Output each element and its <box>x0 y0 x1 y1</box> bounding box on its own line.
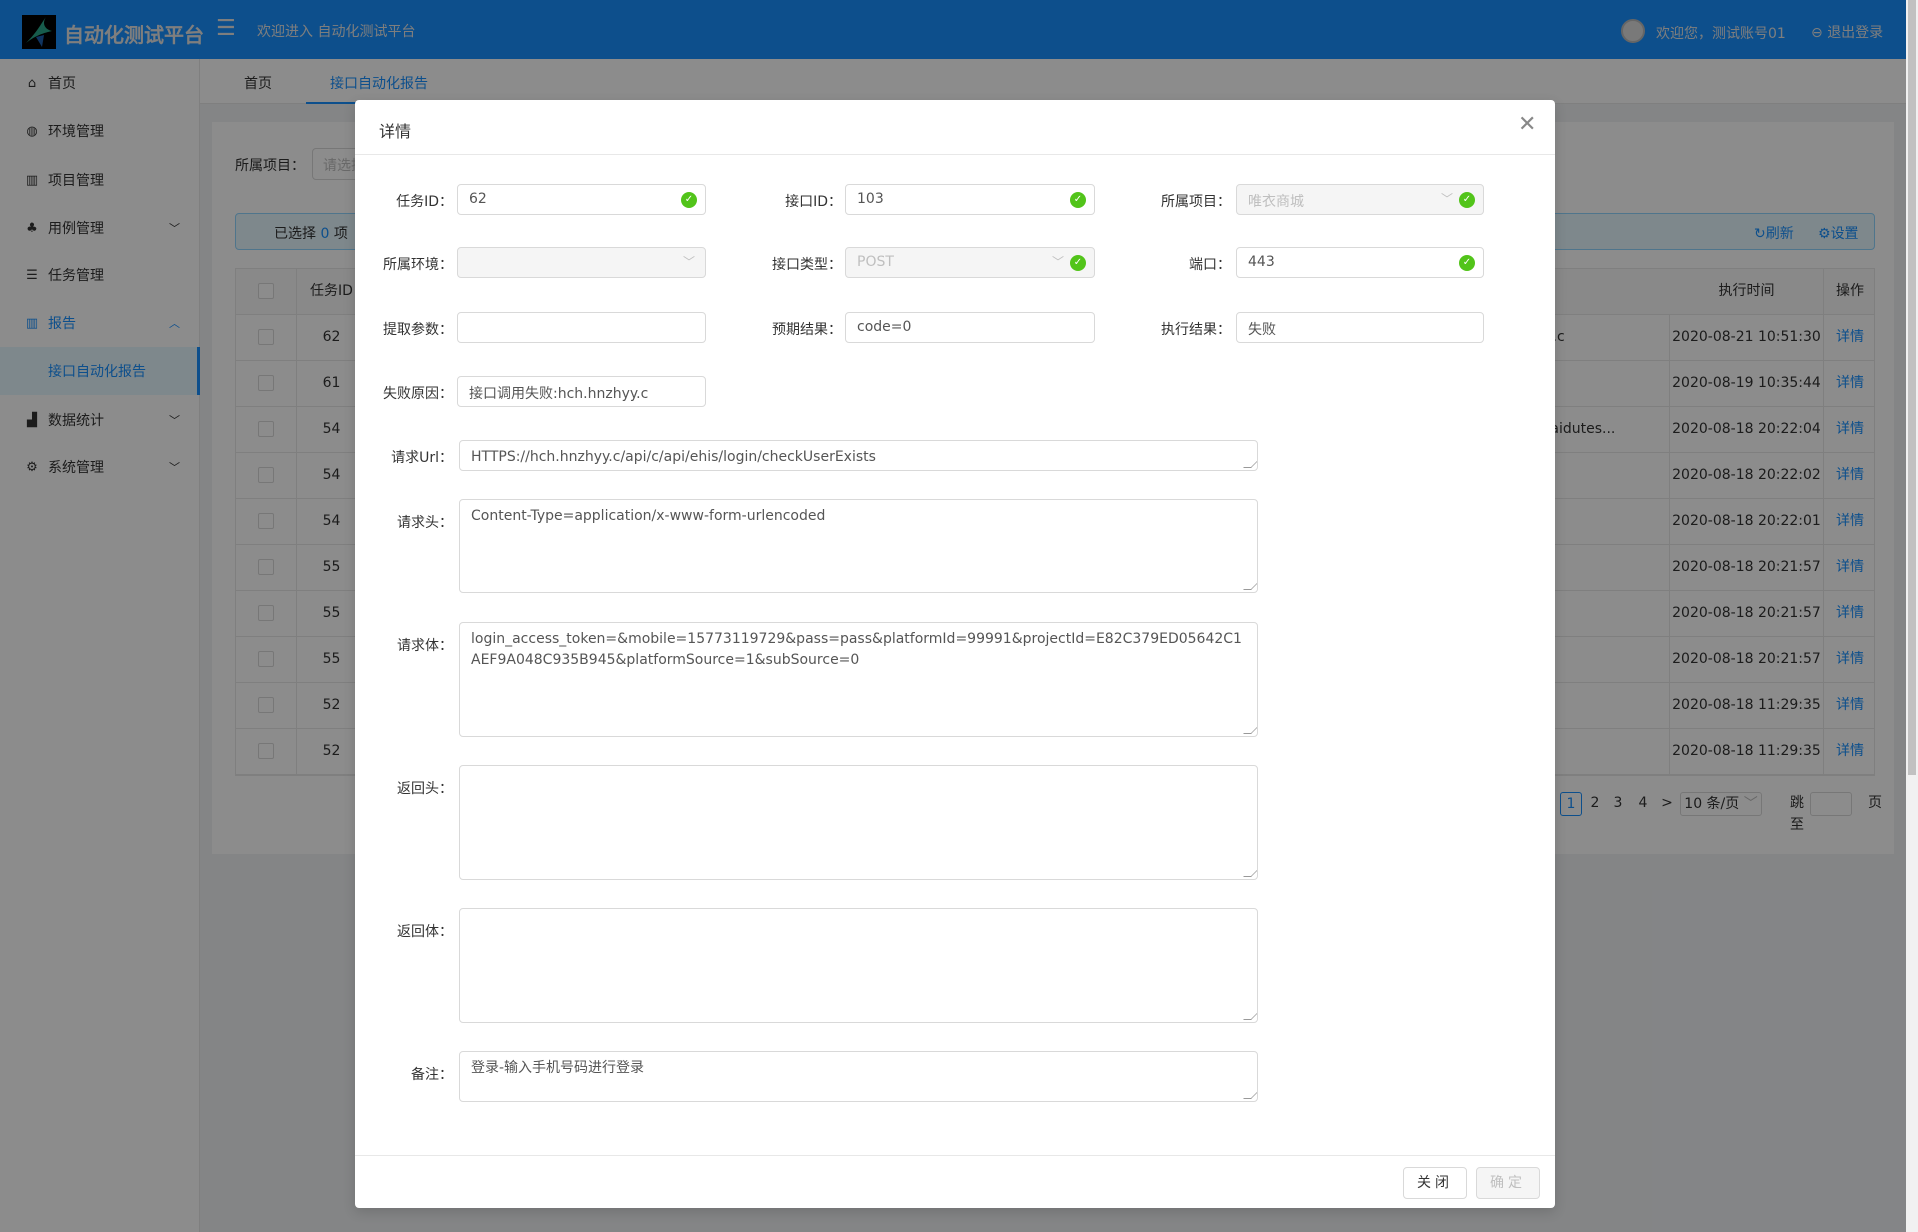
api-id-input[interactable]: 103 ✓ <box>845 184 1095 215</box>
close-icon[interactable]: ✕ <box>1518 112 1536 137</box>
check-circle-icon: ✓ <box>1459 255 1475 271</box>
check-circle-icon: ✓ <box>1070 255 1086 271</box>
check-circle-icon: ✓ <box>1459 192 1475 208</box>
result-input[interactable]: 失败 <box>1236 312 1484 343</box>
close-button[interactable]: 关闭 <box>1403 1167 1467 1199</box>
chevron-down-icon: ﹀ <box>682 255 695 269</box>
dialog-header: 详情 ✕ <box>355 100 1555 155</box>
task-id-label: 任务ID： <box>396 194 453 210</box>
expected-label: 预期结果： <box>772 322 842 338</box>
detail-dialog: 详情 ✕ 任务ID： 62 ✓ 接口ID： 103 ✓ 所属项目： 唯衣商城 ﹀ ✓ 所… <box>355 100 1555 1208</box>
chevron-down-icon: ﹀ <box>1440 192 1453 206</box>
api-type-label: 接口类型： <box>772 257 842 273</box>
expected-input[interactable]: code=0 <box>845 312 1095 343</box>
resp-header-label: 返回头： <box>397 781 453 797</box>
env-label: 所属环境： <box>383 257 453 273</box>
remark-label: 备注： <box>411 1067 453 1083</box>
api-type-select[interactable]: POST ﹀ ✓ <box>845 247 1095 278</box>
confirm-button[interactable]: 确定 <box>1476 1167 1540 1199</box>
result-label: 执行结果： <box>1161 322 1231 338</box>
api-id-label: 接口ID： <box>785 194 842 210</box>
url-label: 请求Url： <box>391 450 453 466</box>
extract-label: 提取参数： <box>383 322 453 338</box>
url-textarea[interactable]: HTTPS://hch.hnzhyy.c/api/c/api/ehis/logi… <box>459 440 1258 471</box>
req-header-textarea[interactable]: Content-Type=application/x-www-form-urle… <box>459 499 1258 593</box>
fail-reason-input[interactable]: 接口调用失败:hch.hnzhyy.c <box>457 376 706 407</box>
dialog-footer: 关闭 确定 <box>355 1155 1555 1208</box>
chevron-down-icon: ﹀ <box>1051 255 1064 269</box>
port-label: 端口： <box>1189 257 1231 273</box>
extract-input[interactable] <box>457 312 706 343</box>
resp-body-label: 返回体： <box>397 924 453 940</box>
req-body-textarea[interactable]: login_access_token=&mobile=15773119729&p… <box>459 622 1258 737</box>
task-id-input[interactable]: 62 ✓ <box>457 184 706 215</box>
scrollbar-thumb[interactable] <box>1908 0 1916 775</box>
resp-header-textarea[interactable] <box>459 765 1258 880</box>
fail-reason-label: 失败原因： <box>383 386 453 402</box>
env-select[interactable]: ﹀ <box>457 247 706 278</box>
project-select[interactable]: 唯衣商城 ﹀ ✓ <box>1236 184 1484 215</box>
project-label: 所属项目： <box>1161 194 1231 210</box>
req-header-label: 请求头： <box>397 515 453 531</box>
resp-body-textarea[interactable] <box>459 908 1258 1023</box>
req-body-label: 请求体： <box>397 638 453 654</box>
check-circle-icon: ✓ <box>681 192 697 208</box>
check-circle-icon: ✓ <box>1070 192 1086 208</box>
dialog-title: 详情 <box>379 122 412 141</box>
remark-textarea[interactable]: 登录-输入手机号码进行登录 <box>459 1051 1258 1102</box>
port-input[interactable]: 443 ✓ <box>1236 247 1484 278</box>
